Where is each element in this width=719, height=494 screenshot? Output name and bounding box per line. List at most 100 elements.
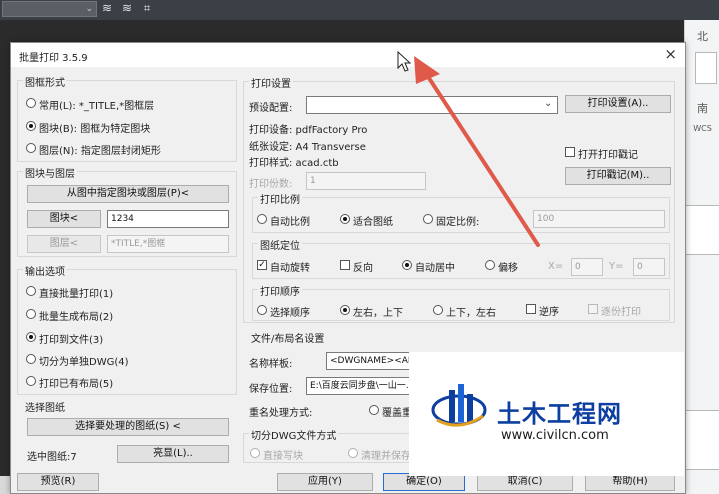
layer-combo[interactable]: ⌄	[2, 1, 97, 17]
split-radio-1[interactable]	[348, 448, 358, 458]
reverse-order-checkbox[interactable]	[526, 304, 536, 314]
watermark: 土木工程网 www.civilcn.com	[409, 352, 684, 476]
open-stamp-checkbox[interactable]	[565, 147, 575, 157]
reverse-checkbox[interactable]	[340, 260, 350, 270]
layer-tool-icon-3[interactable]: ⌗	[140, 1, 154, 16]
offset-label[interactable]: 偏移	[498, 259, 518, 274]
output-option-0[interactable]: 直接批量打印(1)	[39, 285, 113, 300]
watermark-title: 土木工程网	[497, 400, 622, 428]
scale-option-1[interactable]: 适合图纸	[353, 213, 393, 228]
output-radio-2[interactable]	[26, 332, 36, 342]
preview-button[interactable]: 预览(R)	[17, 473, 99, 491]
preset-select[interactable]	[306, 96, 558, 114]
cad-toolbar: ⌄ ≋ ≋ ⌗	[0, 0, 719, 20]
output-option-1[interactable]: 批量生成布局(2)	[39, 308, 113, 323]
reverse-order-label[interactable]: 逆序	[539, 303, 559, 318]
copy-print-checkbox[interactable]	[588, 304, 598, 314]
drawing-thumb-2	[685, 410, 719, 470]
frame-style-option-1[interactable]: 图块(B): 图框为特定图块	[39, 120, 150, 135]
chevron-down-icon: ⌄	[85, 4, 93, 14]
dialog-titlebar[interactable]: 批量打印 3.5.9 ×	[11, 43, 685, 67]
y-offset-input[interactable]: 0	[633, 258, 665, 276]
print-settings-button[interactable]: 打印设置(A)..	[565, 95, 671, 113]
layer-button[interactable]: 图层<	[27, 235, 101, 253]
order-option-2[interactable]: 上下，左右	[446, 304, 496, 319]
output-option-3[interactable]: 切分为单独DWG(4)	[39, 353, 129, 368]
drawing-thumb	[685, 205, 719, 255]
order-option-0[interactable]: 选择顺序	[270, 304, 310, 319]
reverse-label[interactable]: 反向	[353, 259, 373, 274]
file-naming-label: 文件/布局名设置	[249, 330, 327, 345]
save-location-label: 保存位置:	[249, 384, 293, 395]
x-label: X=	[548, 261, 564, 272]
frame-style-option-0[interactable]: 常用(L): *_TITLE,*图框层	[39, 97, 154, 112]
fixed-scale-input[interactable]: 100	[533, 210, 665, 228]
close-button[interactable]: ×	[664, 45, 677, 63]
split-option-0[interactable]: 直接写块	[263, 447, 303, 462]
save-location-input[interactable]: E:\百度云同步盘\一山一...	[306, 377, 426, 395]
watermark-url: www.civilcn.com	[501, 428, 609, 443]
print-style: 打印样式: acad.ctb	[249, 158, 339, 169]
copies-label: 打印份数:	[249, 179, 293, 190]
frame-style-radio-2[interactable]	[26, 143, 36, 153]
split-radio-0[interactable]	[250, 448, 260, 458]
pick-block-layer-button[interactable]: 从图中指定图块或图层(P)<	[27, 185, 229, 203]
layer-tool-icon[interactable]: ≋	[100, 1, 114, 16]
center-radio[interactable]	[402, 260, 412, 270]
output-option-2[interactable]: 打印到文件(3)	[39, 331, 103, 346]
civilcn-logo-icon	[431, 384, 487, 427]
order-radio-1[interactable]	[340, 305, 350, 315]
compass-north: 北	[697, 30, 708, 43]
scale-radio-1[interactable]	[340, 214, 350, 224]
block-name-input[interactable]: 1234	[107, 210, 229, 228]
highlight-button[interactable]: 亮显(L)..	[117, 445, 229, 463]
frame-style-option-2[interactable]: 图层(N): 指定图层封闭矩形	[39, 142, 161, 157]
auto-rotate-label[interactable]: 自动旋转	[270, 259, 310, 274]
select-drawings-label: 选择图纸	[23, 399, 67, 414]
output-radio-3[interactable]	[26, 354, 36, 364]
scale-radio-2[interactable]	[423, 214, 433, 224]
apply-button[interactable]: 应用(Y)	[277, 473, 373, 491]
overwrite-radio[interactable]	[369, 405, 379, 415]
select-drawings-button[interactable]: 选择要处理的图纸(S) <	[27, 418, 229, 436]
frame-style-radio-0[interactable]	[26, 98, 36, 108]
preset-label: 预设配置:	[249, 103, 293, 114]
print-stamp-button[interactable]: 打印戳记(M)..	[565, 167, 671, 185]
y-label: Y=	[609, 261, 624, 272]
split-option-1[interactable]: 清理并保存	[361, 447, 411, 462]
copies-input[interactable]: 1	[306, 172, 426, 190]
frame-style-label: 图框形式	[23, 74, 67, 89]
auto-rotate-checkbox[interactable]: ✓	[257, 260, 267, 270]
rename-label: 重名处理方式:	[249, 408, 313, 419]
wcs-label[interactable]: WCS	[685, 124, 719, 133]
copy-print-label[interactable]: 逐份打印	[601, 303, 641, 318]
overwrite-label[interactable]: 覆盖重	[382, 404, 412, 419]
print-device: 打印设备: pdfFactory Pro	[249, 125, 368, 136]
selected-count: 选中图纸:7	[27, 452, 77, 463]
x-offset-input[interactable]: 0	[571, 258, 603, 276]
paper-setting: 纸张设定: A4 Transverse	[249, 142, 366, 153]
position-label: 图纸定位	[258, 237, 302, 252]
output-radio-1[interactable]	[26, 309, 36, 319]
frame-style-radio-1[interactable]	[26, 121, 36, 131]
split-label: 切分DWG文件方式	[249, 427, 339, 442]
scale-option-0[interactable]: 自动比例	[270, 213, 310, 228]
block-button[interactable]: 图块<	[27, 210, 101, 228]
order-radio-2[interactable]	[433, 305, 443, 315]
scale-option-2[interactable]: 固定比例:	[436, 213, 479, 228]
order-option-1[interactable]: 左右，上下	[353, 304, 403, 319]
offset-radio[interactable]	[485, 260, 495, 270]
template-label: 名称样板:	[249, 359, 293, 370]
scale-label: 打印比例	[258, 191, 302, 206]
output-radio-0[interactable]	[26, 286, 36, 296]
output-option-4[interactable]: 打印已有布局(5)	[39, 375, 113, 390]
order-radio-0[interactable]	[257, 305, 267, 315]
open-stamp-label[interactable]: 打开打印戳记	[578, 146, 638, 161]
scale-radio-0[interactable]	[257, 214, 267, 224]
center-label[interactable]: 自动居中	[415, 259, 455, 274]
view-cube[interactable]	[695, 52, 717, 84]
layer-name-input[interactable]: *TITLE,*图框	[107, 235, 229, 253]
view-cube-panel: 北 南 WCS	[684, 20, 719, 494]
layer-tool-icon-2[interactable]: ≋	[120, 1, 134, 16]
output-radio-4[interactable]	[26, 376, 36, 386]
